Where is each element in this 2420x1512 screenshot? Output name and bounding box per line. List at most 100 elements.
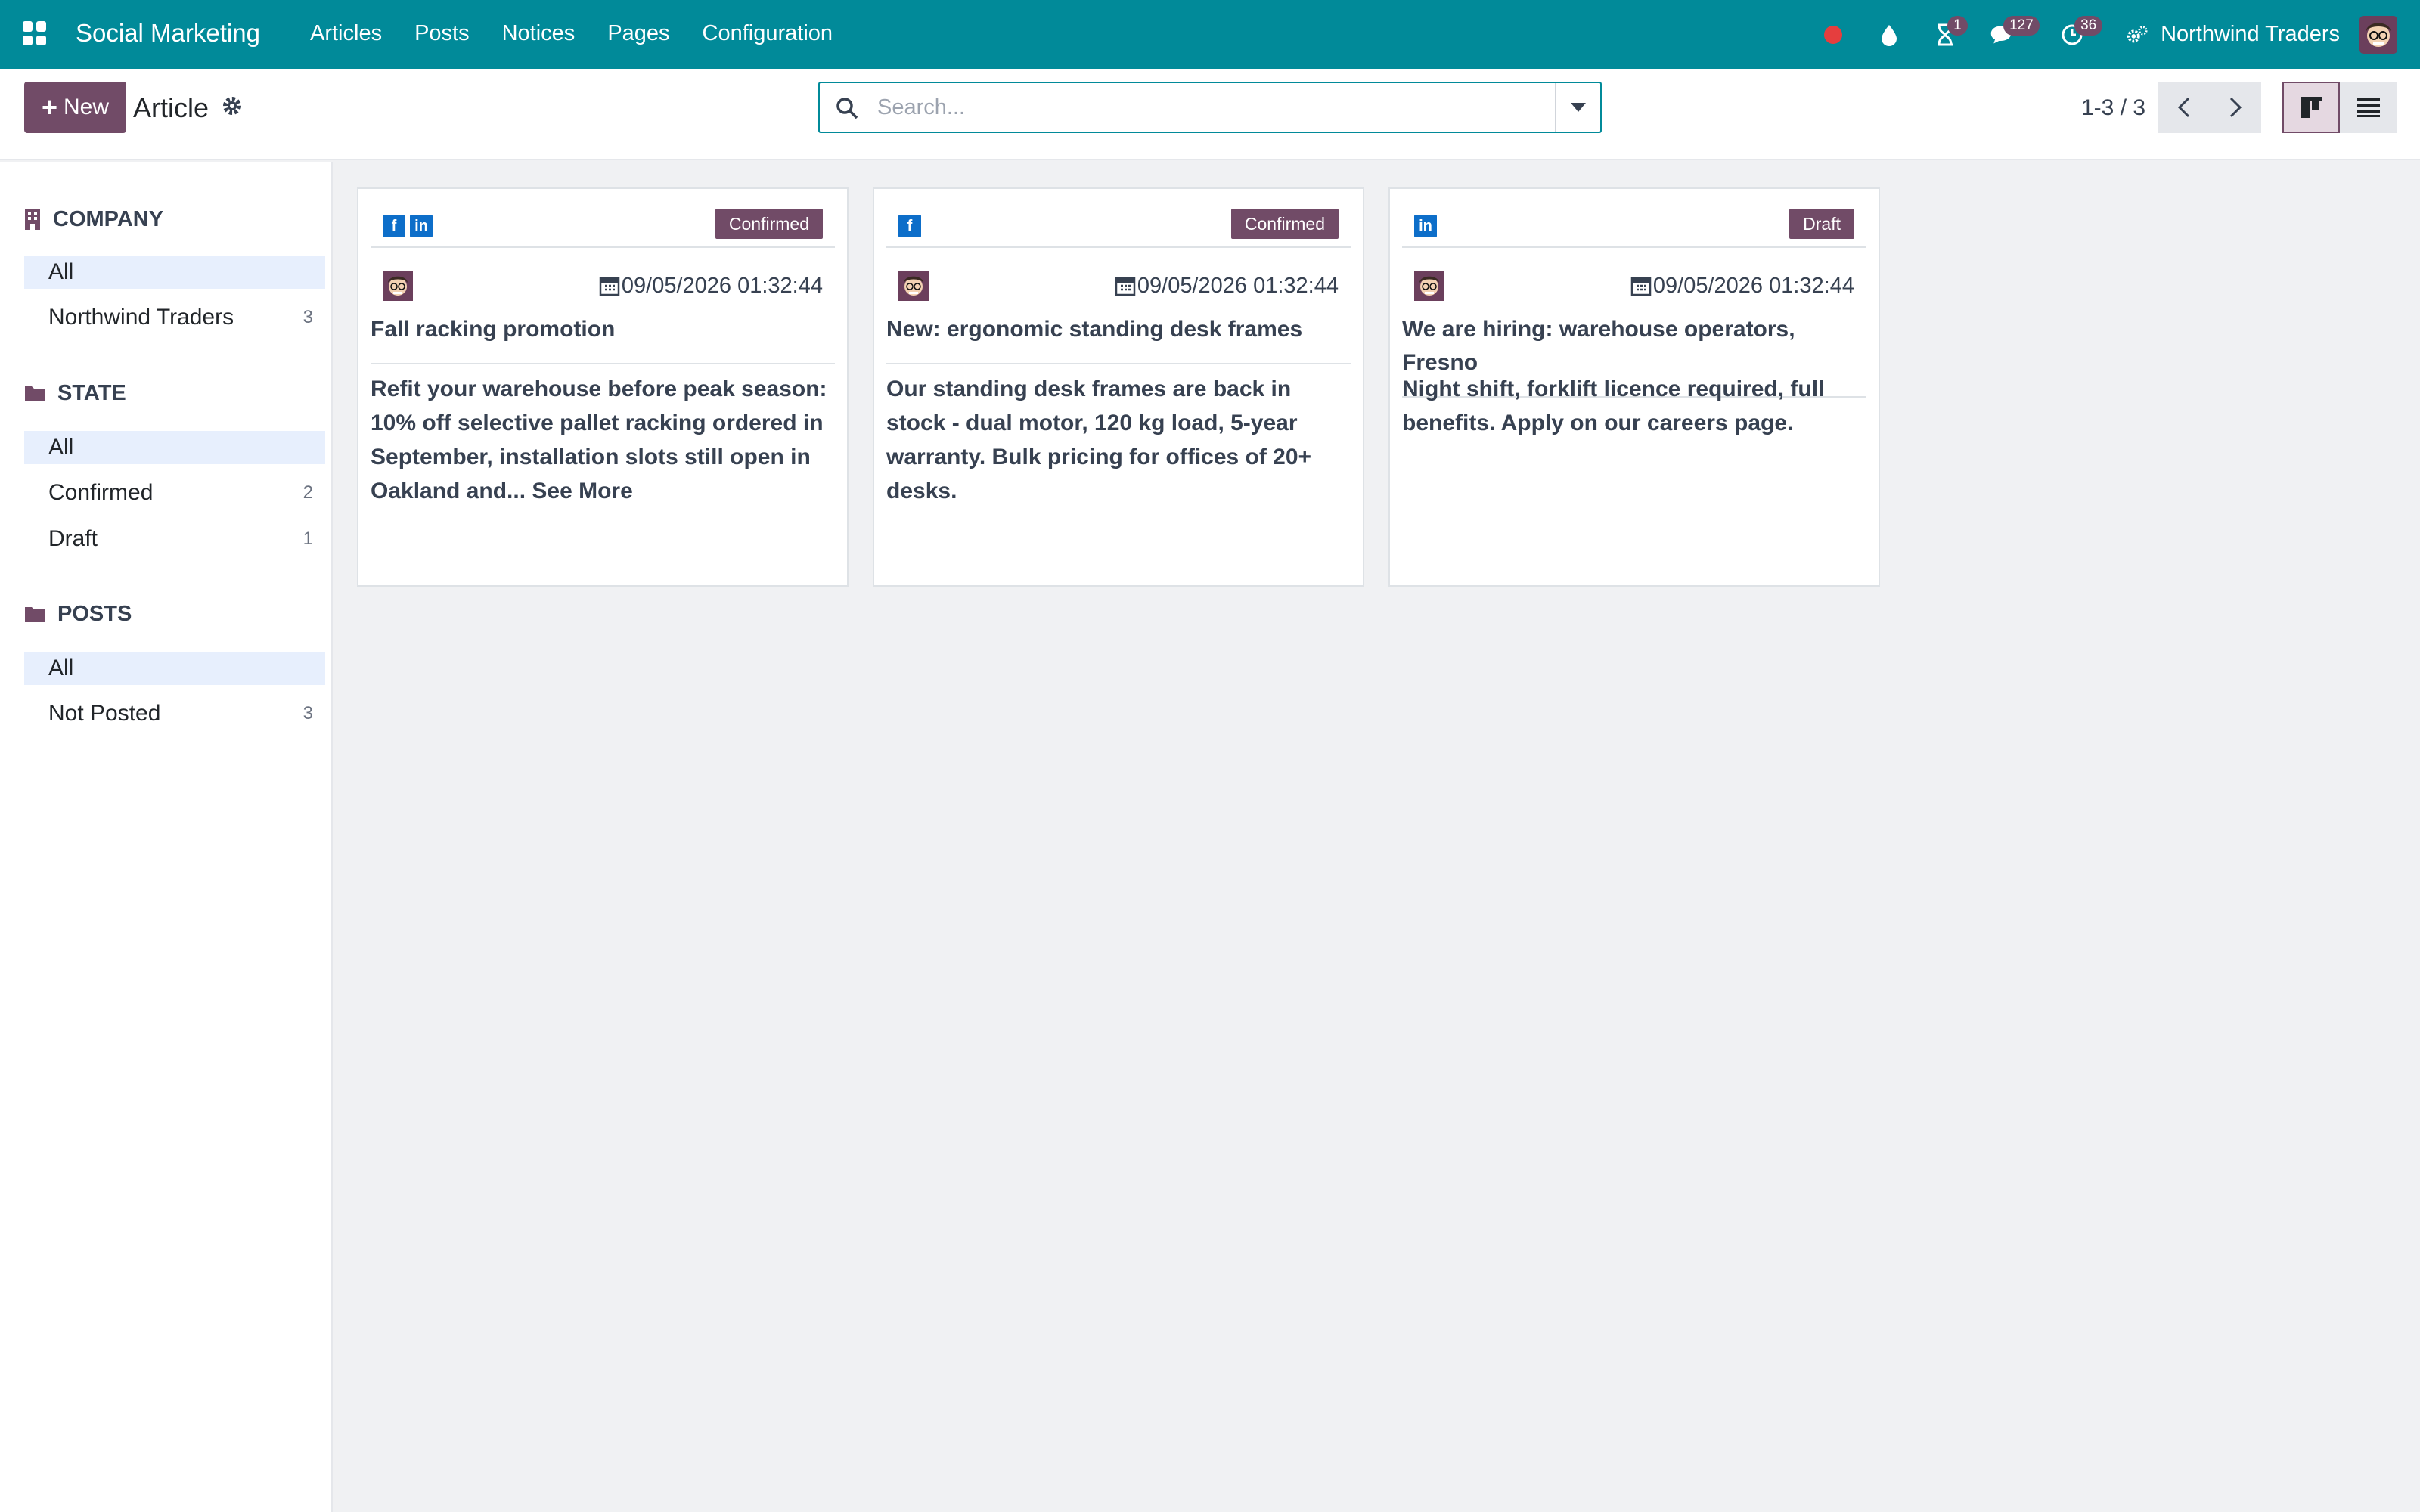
menu-configuration[interactable]: Configuration xyxy=(703,17,833,50)
user-avatar[interactable] xyxy=(2360,15,2397,54)
kanban-view-button[interactable] xyxy=(2282,82,2340,133)
company-section-title: COMPANY xyxy=(24,204,163,234)
card-body-text: Night shift, forklift licence required, … xyxy=(1402,376,1825,435)
chevron-right-icon xyxy=(2229,97,2242,118)
new-button-label: New xyxy=(64,94,110,119)
card-body-text: Our standing desk frames are back in sto… xyxy=(886,376,1312,503)
state-section-title: STATE xyxy=(24,378,126,408)
activity-hourglass-icon[interactable]: 1 xyxy=(1934,15,1968,46)
filter-label: Northwind Traders xyxy=(48,305,234,330)
activity-badge: 1 xyxy=(1947,15,1968,36)
filter-state-draft[interactable]: Draft 1 xyxy=(24,522,325,556)
card-body: Refit your warehouse before peak season:… xyxy=(371,372,835,508)
messages-icon[interactable]: 127 xyxy=(1990,15,2040,46)
messages-badge: 127 xyxy=(2003,15,2040,36)
filter-count: 3 xyxy=(302,307,313,327)
pager-previous-button[interactable] xyxy=(2158,82,2210,133)
recording-dot-icon[interactable] xyxy=(1822,23,1844,46)
apps-menu-icon[interactable] xyxy=(23,21,47,45)
facebook-icon: f xyxy=(383,215,405,237)
see-more-link[interactable]: See More xyxy=(532,479,632,503)
search-icon xyxy=(835,96,859,120)
posts-section-label: POSTS xyxy=(57,602,132,626)
card-title: Fall racking promotion xyxy=(371,313,835,364)
filter-posts-all[interactable]: All xyxy=(24,652,325,685)
app-brand[interactable]: Social Marketing xyxy=(76,17,260,50)
breadcrumb: Article xyxy=(133,92,209,123)
article-card[interactable]: f Confirmed 09/05/2026 01:32:44 New: erg… xyxy=(873,187,1364,587)
social-accounts: f xyxy=(898,215,921,237)
list-view-button[interactable] xyxy=(2340,82,2397,133)
drop-icon[interactable] xyxy=(1878,23,1900,46)
company-switcher[interactable]: Northwind Traders xyxy=(2161,22,2340,47)
building-icon xyxy=(25,209,40,230)
facebook-icon: f xyxy=(898,215,921,237)
card-body: Our standing desk frames are back in sto… xyxy=(886,372,1351,508)
filter-label: All xyxy=(48,655,74,680)
card-body: Night shift, forklift licence required, … xyxy=(1402,372,1866,440)
state-section-label: STATE xyxy=(57,381,126,405)
author-avatar xyxy=(898,271,929,301)
card-date: 09/05/2026 01:32:44 xyxy=(1115,271,1339,301)
card-meta: 09/05/2026 01:32:44 xyxy=(1402,271,1866,304)
clock-icon[interactable]: 36 xyxy=(2061,15,2103,46)
status-badge: Confirmed xyxy=(1230,209,1339,239)
settings-gears-icon[interactable] xyxy=(2126,23,2149,46)
filter-count: 3 xyxy=(302,703,313,723)
filter-count: 2 xyxy=(302,482,313,503)
article-card[interactable]: f in Confirmed 09/05/2026 01:32:44 Fall … xyxy=(357,187,849,587)
systray: 1 127 36 Northwind Traders xyxy=(1822,0,2420,69)
linkedin-icon: in xyxy=(410,215,433,237)
article-card[interactable]: in Draft 09/05/2026 01:32:44 We are hiri… xyxy=(1388,187,1880,587)
menu-pages[interactable]: Pages xyxy=(607,17,669,50)
card-header: in Draft xyxy=(1402,209,1866,248)
pager-next-button[interactable] xyxy=(2210,82,2261,133)
filter-company-northwind[interactable]: Northwind Traders 3 xyxy=(24,301,325,334)
status-badge: Draft xyxy=(1789,209,1854,239)
pager-value[interactable]: 1-3 / 3 xyxy=(2081,91,2145,125)
gear-icon[interactable] xyxy=(221,94,244,117)
menu-posts[interactable]: Posts xyxy=(414,17,470,50)
filter-label: All xyxy=(48,435,74,460)
filter-label: Not Posted xyxy=(48,701,161,726)
caret-down-icon xyxy=(1571,103,1586,112)
search-panel: COMPANY All Northwind Traders 3 STATE Al… xyxy=(0,162,333,1512)
filter-state-all[interactable]: All xyxy=(24,431,325,464)
calendar-icon xyxy=(599,277,620,296)
filter-label: Draft xyxy=(48,526,98,551)
social-accounts: f in xyxy=(383,215,433,237)
menu-articles[interactable]: Articles xyxy=(310,17,382,50)
control-panel: + New Article 1-3 / 3 xyxy=(0,69,2420,160)
filter-company-all[interactable]: All xyxy=(24,256,325,289)
card-date-value: 09/05/2026 01:32:44 xyxy=(1652,274,1854,298)
card-date-value: 09/05/2026 01:32:44 xyxy=(621,274,823,298)
clock-badge: 36 xyxy=(2074,15,2103,36)
card-meta: 09/05/2026 01:32:44 xyxy=(886,271,1351,304)
filter-state-confirmed[interactable]: Confirmed 2 xyxy=(24,476,325,510)
new-button[interactable]: + New xyxy=(24,82,126,133)
card-header: f in Confirmed xyxy=(371,209,835,248)
card-date: 09/05/2026 01:32:44 xyxy=(599,271,823,301)
search-input[interactable] xyxy=(877,83,1528,132)
status-badge: Confirmed xyxy=(715,209,823,239)
chevron-left-icon xyxy=(2177,97,2190,118)
card-header: f Confirmed xyxy=(886,209,1351,248)
search-options-toggle[interactable] xyxy=(1555,83,1600,132)
plus-icon: + xyxy=(41,91,57,122)
search-bar xyxy=(818,82,1602,133)
calendar-icon xyxy=(1115,277,1136,296)
menu-notices[interactable]: Notices xyxy=(502,17,576,50)
filter-count: 1 xyxy=(302,528,313,549)
main-menu: Articles Posts Notices Pages Configurati… xyxy=(310,17,833,50)
calendar-icon xyxy=(1630,277,1652,296)
filter-label: Confirmed xyxy=(48,480,154,505)
card-title: New: ergonomic standing desk frames xyxy=(886,313,1351,364)
author-avatar xyxy=(1414,271,1444,301)
author-avatar xyxy=(383,271,413,301)
kanban-icon xyxy=(2301,97,2322,118)
posts-section-title: POSTS xyxy=(24,599,132,629)
linkedin-icon: in xyxy=(1414,215,1437,237)
filter-posts-not-posted[interactable]: Not Posted 3 xyxy=(24,697,325,730)
top-navbar: Social Marketing Articles Posts Notices … xyxy=(0,0,2420,69)
company-section-label: COMPANY xyxy=(53,207,164,231)
